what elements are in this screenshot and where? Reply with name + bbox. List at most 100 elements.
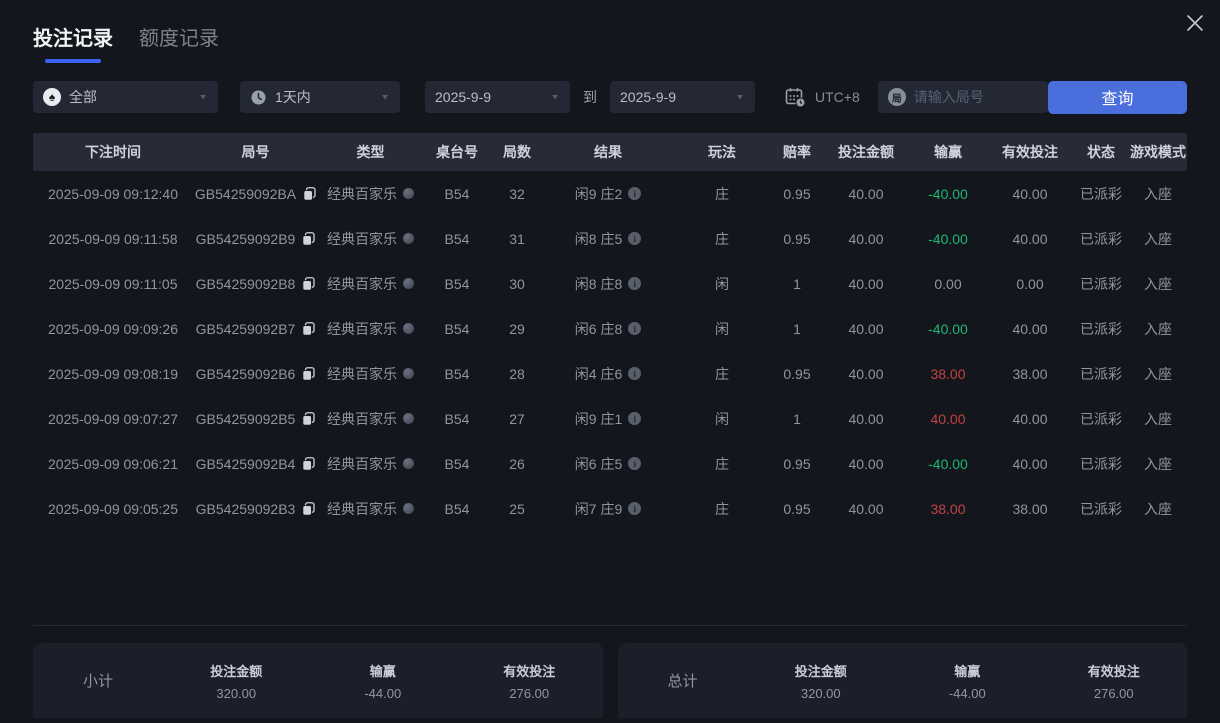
col-header-odds: 赔率	[783, 144, 811, 160]
win-loss: -40.00	[928, 320, 968, 337]
valid-bet: 38.00	[1012, 500, 1048, 517]
play-type: 庄	[715, 500, 729, 517]
odds: 0.95	[783, 455, 811, 472]
bet-time: 2025-09-09 09:08:19	[48, 365, 178, 382]
round-id-cell: GB54259092BA	[193, 171, 318, 216]
copy-icon[interactable]	[302, 276, 315, 291]
copy-icon[interactable]	[302, 456, 315, 471]
copy-icon[interactable]	[302, 321, 315, 336]
info-icon[interactable]	[628, 322, 642, 335]
replay-dot-icon	[403, 323, 414, 334]
timezone-display: UTC+8	[785, 87, 860, 108]
win-loss: 38.00	[930, 365, 966, 382]
filter-bar: ♠ 全部 ▼ 1天内 ▼ 2025-9-9 ▼ 到 2025-9-9 ▼ UTC…	[33, 80, 1187, 114]
copy-icon[interactable]	[302, 231, 315, 246]
valid-bet: 0.00	[1016, 275, 1044, 292]
result: 闲9 庄2	[574, 185, 623, 202]
play-type: 闲	[715, 275, 729, 292]
play-type: 闲	[715, 320, 729, 337]
bet-amount: 40.00	[848, 230, 884, 247]
col-header-win-loss: 输赢	[934, 144, 962, 160]
game-mode: 入座	[1144, 275, 1172, 292]
bet-amount: 40.00	[848, 410, 884, 427]
game-mode: 入座	[1144, 365, 1172, 382]
subtotal-valid-bet: 有效投注 276.00	[503, 663, 556, 701]
tab-betting-records[interactable]: 投注记录	[33, 22, 113, 63]
round-count: 27	[509, 410, 525, 427]
info-icon[interactable]	[628, 232, 642, 245]
round-count: 26	[509, 455, 525, 472]
play-type: 庄	[715, 365, 729, 382]
win-loss: -40.00	[928, 230, 968, 247]
play-type: 庄	[715, 230, 729, 247]
result: 闲8 庄5	[574, 230, 623, 247]
game-type-cell: 经典百家乐	[318, 441, 423, 486]
subtotal-win-loss: 输赢 -44.00	[364, 663, 402, 701]
round-count: 30	[509, 275, 525, 292]
date-from-value: 2025-9-9	[435, 89, 492, 105]
result-cell: 闲6 庄5	[543, 441, 673, 486]
table-no: B54	[444, 455, 470, 472]
close-icon[interactable]	[1184, 12, 1206, 34]
info-icon[interactable]	[628, 367, 642, 380]
result-cell: 闲6 庄8	[543, 306, 673, 351]
game-type: 经典百家乐	[327, 185, 397, 202]
subtotal-panel: 小计 投注金额 320.00 输赢 -44.00 有效投注 276.00	[33, 643, 603, 718]
game-type-cell: 经典百家乐	[318, 306, 423, 351]
date-from-select[interactable]: 2025-9-9 ▼	[425, 81, 570, 113]
chevron-down-icon: ▼	[550, 92, 560, 102]
info-icon[interactable]	[628, 412, 642, 425]
bet-records-table: 下注时间 局号 类型 桌台号 局数 结果 玩法 赔率 投注金额 输赢 有效投注 …	[33, 133, 1187, 626]
win-loss: 38.00	[930, 500, 966, 517]
status: 已派彩	[1080, 230, 1122, 247]
round-id: GB54259092B8	[195, 275, 296, 292]
bet-amount: 40.00	[848, 275, 884, 292]
search-input[interactable]	[913, 89, 1029, 105]
game-type: 经典百家乐	[327, 410, 397, 427]
table-row: 2025-09-09 09:09:26 GB54259092B7 经典百家乐 B…	[33, 306, 1187, 351]
info-icon[interactable]	[628, 187, 642, 200]
status: 已派彩	[1080, 320, 1122, 337]
game-type-cell: 经典百家乐	[318, 396, 423, 441]
tab-bar: 投注记录 额度记录	[0, 0, 1220, 63]
replay-dot-icon	[403, 458, 414, 469]
game-type: 经典百家乐	[327, 500, 397, 517]
game-mode: 入座	[1144, 500, 1172, 517]
table-row: 2025-09-09 09:11:58 GB54259092B9 经典百家乐 B…	[33, 216, 1187, 261]
col-header-table-no: 桌台号	[436, 144, 478, 160]
game-type-select[interactable]: ♠ 全部 ▼	[33, 81, 218, 113]
win-loss: 40.00	[930, 410, 966, 427]
total-panel: 总计 投注金额 320.00 输赢 -44.00 有效投注 276.00	[617, 643, 1187, 718]
round-count: 29	[509, 320, 525, 337]
round-count: 25	[509, 500, 525, 517]
query-button[interactable]: 查询	[1048, 80, 1187, 114]
active-tab-underline	[45, 59, 101, 63]
game-mode: 入座	[1144, 455, 1172, 472]
round-id-cell: GB54259092B6	[193, 351, 318, 396]
game-type: 经典百家乐	[327, 230, 397, 247]
round-count: 31	[509, 230, 525, 247]
replay-dot-icon	[403, 188, 414, 199]
info-icon[interactable]	[628, 457, 642, 470]
chevron-down-icon: ▼	[198, 92, 208, 102]
round-id: GB54259092B3	[195, 500, 296, 517]
win-loss: 0.00	[934, 275, 962, 292]
game-type: 经典百家乐	[327, 455, 397, 472]
copy-icon[interactable]	[302, 501, 315, 516]
date-to-select[interactable]: 2025-9-9 ▼	[610, 81, 755, 113]
info-icon[interactable]	[628, 277, 642, 290]
info-icon[interactable]	[628, 502, 642, 515]
tab-label: 额度记录	[139, 28, 219, 50]
odds: 0.95	[783, 185, 811, 202]
copy-icon[interactable]	[302, 411, 315, 426]
copy-icon[interactable]	[302, 366, 315, 381]
result-cell: 闲8 庄5	[543, 216, 673, 261]
time-range-select[interactable]: 1天内 ▼	[240, 81, 400, 113]
copy-icon[interactable]	[303, 186, 316, 201]
tab-quota-records[interactable]: 额度记录	[139, 22, 219, 63]
play-type: 庄	[715, 185, 729, 202]
valid-bet: 40.00	[1012, 320, 1048, 337]
round-id-icon: 局	[887, 88, 906, 106]
status: 已派彩	[1080, 365, 1122, 382]
calendar-clock-icon[interactable]	[785, 87, 806, 108]
